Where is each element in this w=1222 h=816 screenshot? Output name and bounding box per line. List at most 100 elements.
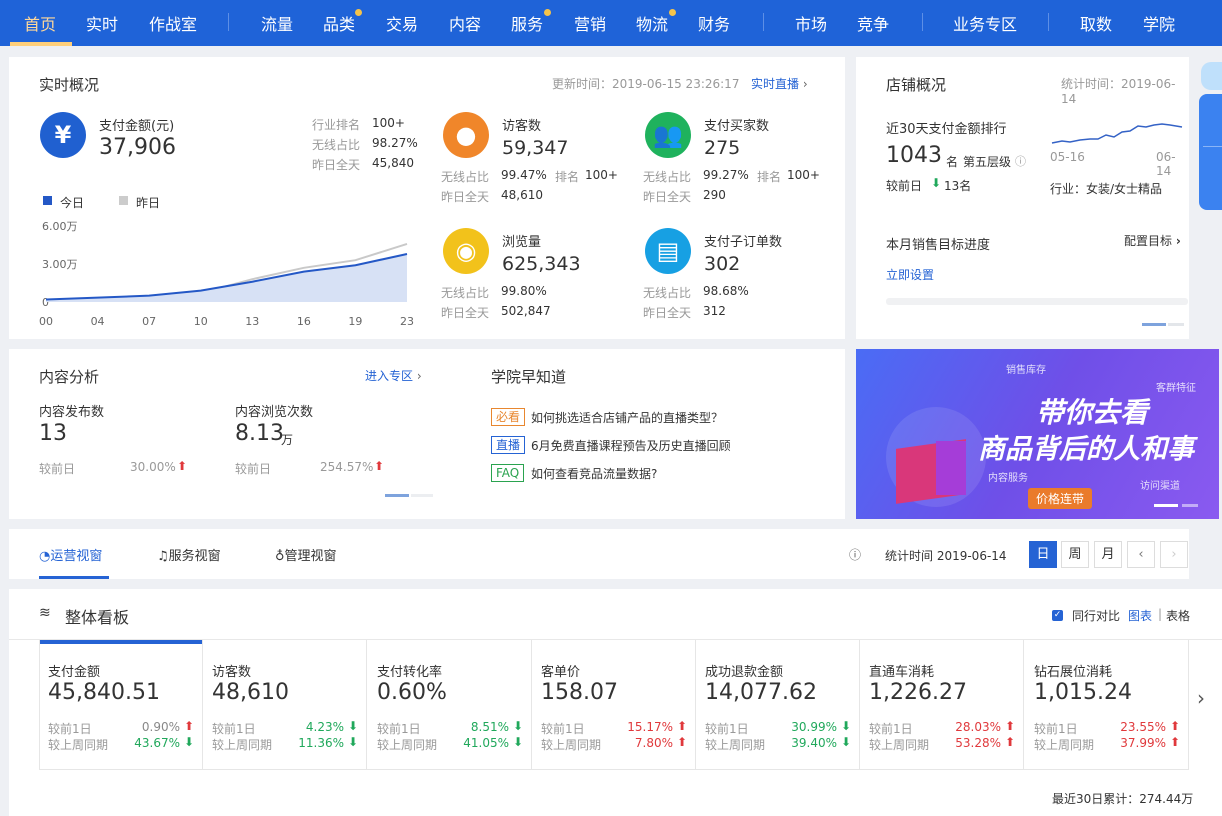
- buyers-yesterday-label: 昨日全天: [643, 190, 692, 204]
- nav-marketing[interactable]: 营销: [574, 11, 606, 35]
- buyers-wireless-label: 无线占比: [643, 170, 692, 184]
- period-week-button[interactable]: 周: [1061, 541, 1089, 568]
- kpi-card[interactable]: 访客数 48,610 较前1日 4.23% ⬇ 较上周同期 11.36% ⬇: [203, 640, 367, 770]
- nav-service[interactable]: 服务: [511, 11, 543, 35]
- chevron-right-icon: ›: [416, 369, 422, 383]
- x-tick-label: 16: [297, 315, 311, 328]
- nav-competition[interactable]: 竞争: [857, 11, 889, 35]
- rank-sparkline: [1051, 123, 1183, 144]
- nav-category[interactable]: 品类: [323, 11, 355, 35]
- chevron-left-icon[interactable]: ‹: [1127, 541, 1155, 568]
- carousel-dot-active[interactable]: [1142, 323, 1166, 326]
- kpi-prev-week-change: 41.05%: [463, 736, 509, 750]
- board-footer: 最近30日累计：274.44万: [1052, 792, 1194, 806]
- carousel-dot[interactable]: [1168, 323, 1184, 326]
- suborders-wireless-label: 无线占比: [643, 286, 692, 300]
- kpi-trend-icon: ⬇: [840, 719, 851, 733]
- kpi-prev-week-label: 较上周同期: [1034, 738, 1095, 752]
- nav-finance[interactable]: 财务: [698, 11, 730, 35]
- kpi-card[interactable]: 支付转化率 0.60% 较前1日 8.51% ⬇ 较上周同期 41.05% ⬇: [368, 640, 532, 770]
- kpi-trend-icon: ⬆: [1169, 735, 1180, 749]
- banner-tag: 客群特征: [1156, 383, 1196, 394]
- promo-banner[interactable]: 销售库存 客群特征 带你去看 商品背后的人和事 内容服务 访问渠道 价格连带: [856, 349, 1219, 519]
- kpi-trend-icon: ⬇: [512, 719, 523, 733]
- banner-subheadline: 商品背后的人和事: [978, 434, 1194, 465]
- nav-trade[interactable]: 交易: [386, 11, 418, 35]
- kpi-label: 支付转化率: [377, 665, 443, 680]
- chevron-right-icon[interactable]: ›: [1160, 541, 1188, 568]
- kpi-prev-day-change: 28.03%: [955, 720, 1001, 734]
- tag-faq: FAQ: [491, 464, 525, 482]
- nav-data[interactable]: 取数: [1080, 11, 1112, 35]
- nav-academy[interactable]: 学院: [1143, 11, 1175, 35]
- live-link[interactable]: 实时直播 ›: [751, 75, 808, 92]
- academy-item[interactable]: 如何查看竞品流量数据?: [531, 465, 657, 482]
- nav-warroom[interactable]: 作战室: [149, 11, 197, 35]
- visitors-wireless-value: 99.47%: [501, 168, 547, 182]
- tab-ops-view[interactable]: ◔运营视窗: [39, 545, 102, 564]
- shield-icon: ◔: [39, 549, 51, 564]
- nav-traffic[interactable]: 流量: [261, 11, 293, 35]
- carousel-dot-active[interactable]: [1154, 504, 1178, 507]
- pay-wireless-label: 无线占比: [312, 138, 361, 152]
- nav-business-zone[interactable]: 业务专区: [953, 11, 1017, 35]
- config-target-link[interactable]: 配置目标 ›: [1124, 232, 1181, 249]
- y-tick-label: 0: [42, 296, 49, 309]
- nav-logistics[interactable]: 物流: [636, 11, 668, 35]
- kpi-trend-icon: ⬇: [347, 719, 358, 733]
- kpi-card[interactable]: 客单价 158.07 较前1日 15.17% ⬆ 较上周同期 7.80% ⬆: [532, 640, 696, 770]
- tab-service-view[interactable]: ♫服务视窗: [157, 545, 221, 564]
- kpi-card[interactable]: 成功退款金额 14,077.62 较前1日 30.99% ⬇ 较上周同期 39.40% ⬇: [696, 640, 860, 770]
- chevron-right-icon[interactable]: ›: [1197, 686, 1205, 710]
- help-icon[interactable]: ⓘ: [1015, 153, 1026, 169]
- realtime-card: 实时概况 更新时间：2019-06-15 23:26:17 实时直播 › ¥ 支…: [9, 57, 845, 339]
- tab-manage-view[interactable]: ♁管理视窗: [275, 545, 337, 564]
- side-toolbar[interactable]: [1199, 94, 1222, 210]
- info-icon[interactable]: ⓘ: [849, 546, 861, 563]
- kpi-prev-week-change: 37.99%: [1120, 736, 1166, 750]
- set-now-link[interactable]: 立即设置: [886, 266, 934, 283]
- view-tabs-bar: ◔运营视窗 ♫服务视窗 ♁管理视窗 ⓘ 统计时间 2019-06-14: [9, 529, 1189, 579]
- kpi-trend-icon: ⬇: [347, 735, 358, 749]
- headset-icon: ♫: [157, 549, 169, 564]
- kpi-card[interactable]: 直通车消耗 1,226.27 较前1日 28.03% ⬆ 较上周同期 53.28% ⬆: [860, 640, 1024, 770]
- banner-tag: 内容服务: [988, 473, 1028, 484]
- kpi-card[interactable]: 钻石展位消耗 1,015.24 较前1日 23.55% ⬆ 较上周同期 37.99% ⬆: [1025, 640, 1189, 770]
- nav-active-underline: [10, 42, 72, 46]
- academy-item[interactable]: 如何挑选适合店铺产品的直播类型？: [531, 409, 723, 426]
- nav-realtime[interactable]: 实时: [86, 11, 118, 35]
- chart-toggle[interactable]: 图表: [1128, 607, 1152, 624]
- kpi-prev-week-label: 较上周同期: [377, 738, 438, 752]
- carousel-dot-active[interactable]: [385, 494, 409, 497]
- gift-box-side: [936, 441, 966, 495]
- kpi-label: 钻石展位消耗: [1034, 665, 1113, 680]
- rank-title: 近30天支付金额排行: [886, 122, 1007, 137]
- kpi-card[interactable]: 支付金额 45,840.51 较前1日 0.90% ⬆ 较上周同期 43.67% ⬇: [39, 640, 203, 770]
- views-label: 内容浏览次数: [235, 405, 314, 420]
- kpi-prev-day-label: 较前1日: [48, 722, 92, 736]
- academy-item[interactable]: 6月免费直播课程预告及历史直播回顾: [531, 437, 731, 454]
- kpi-prev-day-change: 23.55%: [1120, 720, 1166, 734]
- live-link-label: 实时直播: [751, 77, 800, 91]
- kpi-value: 158.07: [541, 680, 618, 705]
- visitors-yesterday-label: 昨日全天: [441, 190, 490, 204]
- kpi-prev-day-label: 较前1日: [705, 722, 749, 736]
- shop-title: 店铺概况: [886, 76, 947, 94]
- compare-checkbox[interactable]: ✓: [1052, 610, 1063, 621]
- nav-market[interactable]: 市场: [795, 11, 827, 35]
- nav-divider: [1048, 13, 1049, 31]
- period-day-button[interactable]: 日: [1029, 541, 1057, 568]
- nav-home[interactable]: 首页: [24, 11, 56, 35]
- carousel-dot[interactable]: [1182, 504, 1198, 507]
- banner-button[interactable]: 价格连带: [1028, 488, 1093, 509]
- nav-content[interactable]: 内容: [449, 11, 481, 35]
- target-title: 本月销售目标进度: [886, 238, 991, 253]
- carousel-dot[interactable]: [411, 494, 433, 497]
- period-month-button[interactable]: 月: [1094, 541, 1122, 568]
- visitors-rank-label: 排名: [555, 170, 580, 184]
- kpi-label: 访客数: [212, 665, 252, 680]
- kpi-prev-day-change: 15.17%: [627, 720, 673, 734]
- assistant-avatar[interactable]: [1201, 62, 1222, 90]
- table-toggle[interactable]: 表格: [1166, 607, 1190, 624]
- enter-zone-link[interactable]: 进入专区 ›: [365, 367, 422, 384]
